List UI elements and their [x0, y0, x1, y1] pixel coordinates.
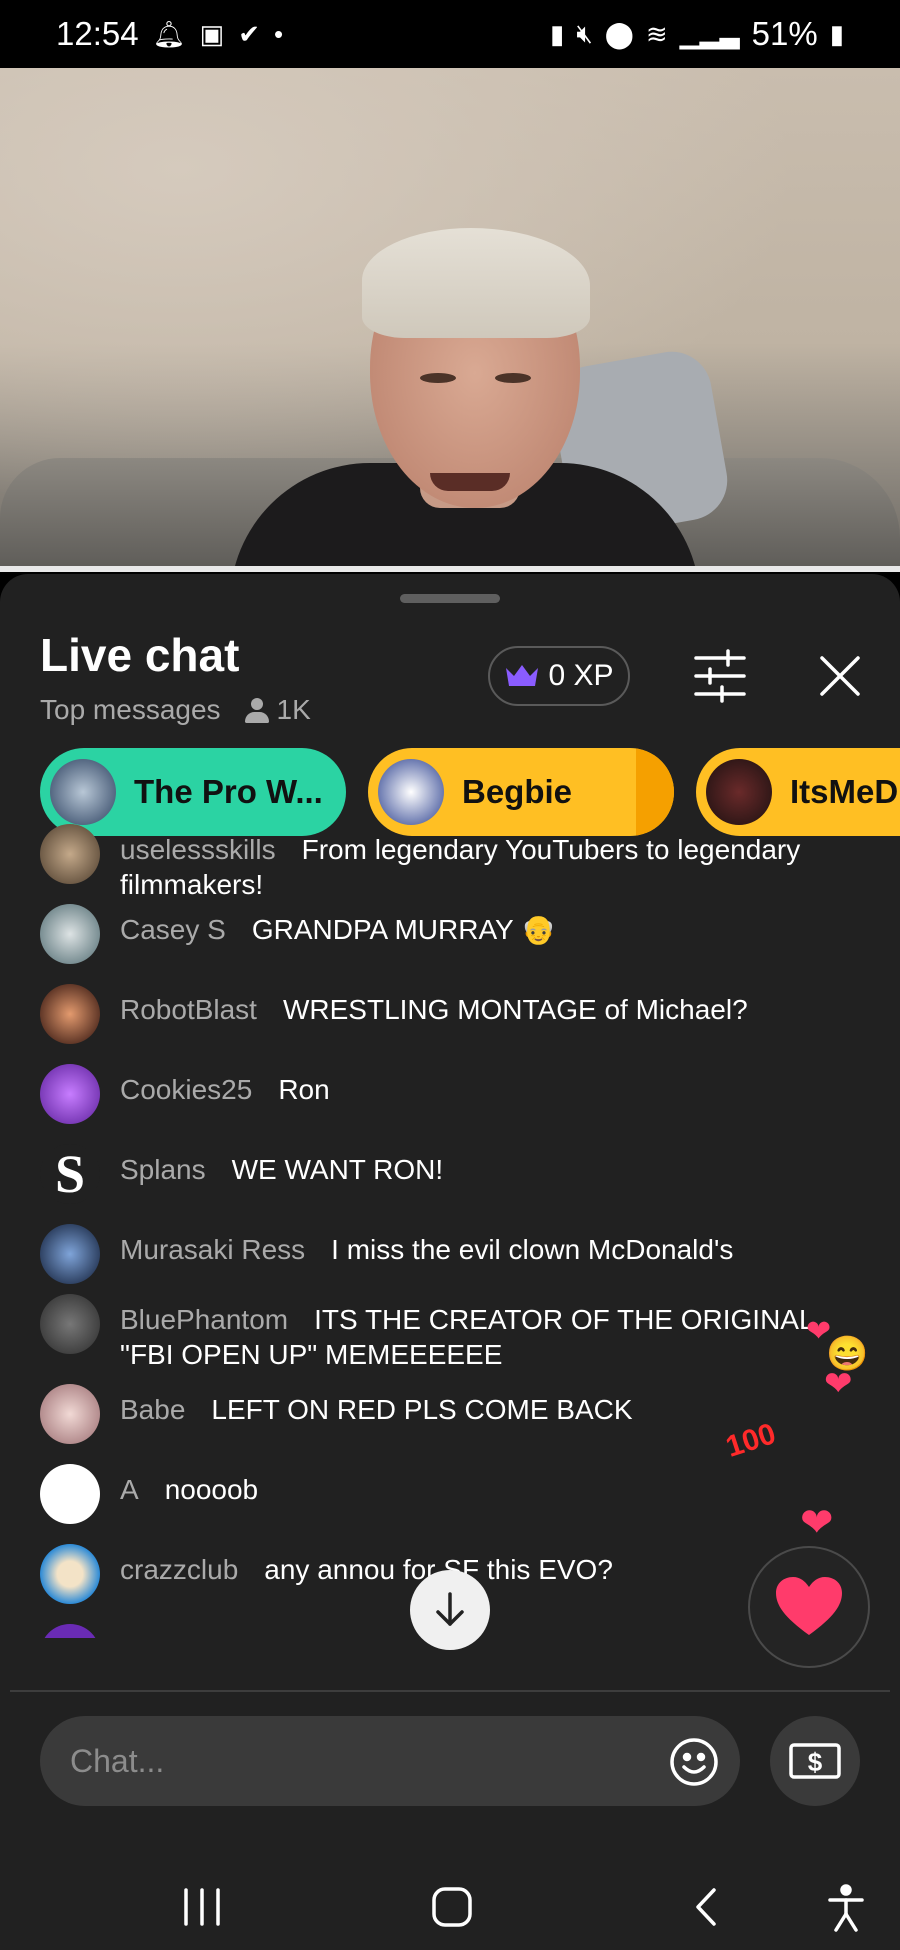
- drag-handle[interactable]: [400, 594, 500, 603]
- chat-message: Cookies25 Ron: [40, 1064, 860, 1124]
- chat-message: Murasaki Ress I miss the evil clown McDon…: [40, 1224, 860, 1284]
- heart-reaction-icon: ❤: [806, 1315, 832, 1348]
- message-author[interactable]: Babe: [120, 1394, 185, 1425]
- pinned-avatar: [378, 759, 444, 825]
- avatar[interactable]: [40, 984, 100, 1044]
- status-time: 12:54: [56, 15, 139, 52]
- video-person-hair: [362, 228, 590, 338]
- wifi-icon: ≋: [645, 18, 668, 49]
- mute-icon: 🔇︎: [576, 18, 593, 48]
- location-icon: ⬤: [604, 18, 634, 49]
- message-text: GRANDPA MURRAY 👴: [251, 914, 556, 945]
- pinned-name: Begbie: [462, 773, 573, 810]
- battery-icon: ▮: [829, 18, 844, 49]
- recent-apps-icon[interactable]: [180, 1884, 224, 1935]
- chat-message: RobotBlast WRESTLING MONTAGE of Michael?: [40, 984, 860, 1044]
- chat-input-container: [40, 1716, 740, 1806]
- message-text: noooob: [164, 1474, 259, 1505]
- svg-text:$: $: [808, 1747, 823, 1777]
- super-chat-button[interactable]: $: [770, 1716, 860, 1806]
- pinned-timer-stripe: [636, 748, 674, 836]
- back-icon[interactable]: [690, 1884, 722, 1935]
- signal-icon: ▁▂▃: [679, 18, 740, 49]
- avatar: [40, 1624, 100, 1638]
- pinned-avatar: [50, 759, 116, 825]
- heart-icon: [776, 1577, 842, 1635]
- checkmark-icon: ✔: [238, 18, 260, 49]
- message-author[interactable]: uselessskills: [120, 834, 276, 865]
- heart-reaction-button[interactable]: [748, 1546, 870, 1668]
- video-progress-bar[interactable]: [0, 566, 900, 572]
- viewer-count: 1K: [243, 694, 311, 726]
- message-text: WE WANT RON!: [231, 1154, 444, 1185]
- message-author[interactable]: RobotBlast: [120, 994, 257, 1025]
- money-icon: $: [789, 1743, 841, 1779]
- live-chat-panel: Live chat Top messages 1K 0 XP The Pro W…: [0, 574, 900, 1950]
- avatar[interactable]: [40, 904, 100, 964]
- message-author[interactable]: BluePhantom: [120, 1304, 288, 1335]
- dot-icon: •: [273, 18, 284, 49]
- xp-value: 0 XP: [548, 659, 614, 692]
- avatar[interactable]: [40, 1224, 100, 1284]
- panel-title: Live chat: [40, 629, 240, 681]
- battery-percent: 51%: [751, 15, 818, 52]
- chat-mode-label[interactable]: Top messages: [40, 694, 221, 726]
- avatar[interactable]: [40, 1064, 100, 1124]
- arrow-down-icon: [436, 1592, 464, 1626]
- pinned-avatar: [706, 759, 772, 825]
- chat-message: Casey S GRANDPA MURRAY 👴: [40, 904, 860, 964]
- splans-logo-icon[interactable]: S: [40, 1144, 100, 1204]
- video-person-mouth: [430, 473, 510, 491]
- xp-button[interactable]: 0 XP: [488, 646, 630, 706]
- chat-message-list[interactable]: uselessskills From legendary YouTubers to…: [0, 824, 900, 1638]
- chat-message: BluePhantom ITS THE CREATOR OF THE ORIGIN…: [40, 1294, 860, 1372]
- message-author[interactable]: crazzclub: [120, 1554, 238, 1585]
- pinned-name: The Pro W...: [134, 773, 323, 810]
- chat-message: S Splans WE WANT RON!: [40, 1144, 860, 1204]
- chat-input[interactable]: [70, 1716, 630, 1806]
- message-author[interactable]: A: [120, 1474, 139, 1505]
- pinned-pill[interactable]: ItsMeD: [696, 748, 900, 836]
- video-person-eye: [420, 373, 456, 383]
- filter-settings-icon[interactable]: [690, 648, 750, 704]
- video-player[interactable]: [0, 68, 900, 568]
- biohazard-avatar-icon[interactable]: [40, 1294, 100, 1354]
- pinned-name: ItsMeD: [790, 773, 899, 810]
- crown-icon: [504, 662, 540, 690]
- pinned-pill[interactable]: Begbie: [368, 748, 674, 836]
- home-icon[interactable]: [430, 1884, 474, 1935]
- chat-divider: [10, 1690, 890, 1692]
- avatar[interactable]: [40, 1464, 100, 1524]
- message-text: Ron: [278, 1074, 330, 1105]
- avatar[interactable]: [40, 1384, 100, 1444]
- avatar[interactable]: [40, 1544, 100, 1604]
- message-author[interactable]: Cookies25: [120, 1074, 252, 1105]
- notification-bell-icon: 🔔︎: [152, 18, 186, 49]
- chat-mode-row[interactable]: Top messages 1K: [40, 694, 311, 726]
- close-icon[interactable]: [812, 648, 868, 704]
- message-author[interactable]: Splans: [120, 1154, 206, 1185]
- accessibility-icon[interactable]: [826, 1884, 866, 1939]
- pinned-pill[interactable]: The Pro W...: [40, 748, 346, 836]
- heart-reaction-icon: ❤: [824, 1365, 853, 1403]
- scroll-down-button[interactable]: [410, 1570, 490, 1650]
- status-bar: 12:54 🔔︎ ▣ ✔ • ▮ 🔇︎ ⬤ ≋ ▁▂▃ 51% ▮: [0, 0, 900, 68]
- battery-saver-icon: ▮: [550, 18, 565, 49]
- system-nav-bar: [0, 1884, 900, 1950]
- image-icon: ▣: [199, 18, 225, 49]
- viewer-count-value: 1K: [276, 694, 311, 725]
- video-person-eye: [495, 373, 531, 383]
- message-text: I miss the evil clown McDonald's: [331, 1234, 734, 1265]
- heart-reaction-icon: ❤: [800, 1501, 834, 1545]
- chat-message: uselessskills From legendary YouTubers to…: [40, 824, 860, 902]
- message-author[interactable]: Murasaki Ress: [120, 1234, 305, 1265]
- message-author[interactable]: Casey S: [120, 914, 226, 945]
- message-text: LEFT ON RED PLS COME BACK: [211, 1394, 633, 1425]
- chat-message: Anoooob: [40, 1464, 860, 1524]
- person-icon: [243, 696, 271, 724]
- avatar[interactable]: [40, 824, 100, 884]
- message-text: WRESTLING MONTAGE of Michael?: [282, 994, 748, 1025]
- emoji-icon[interactable]: [668, 1736, 720, 1788]
